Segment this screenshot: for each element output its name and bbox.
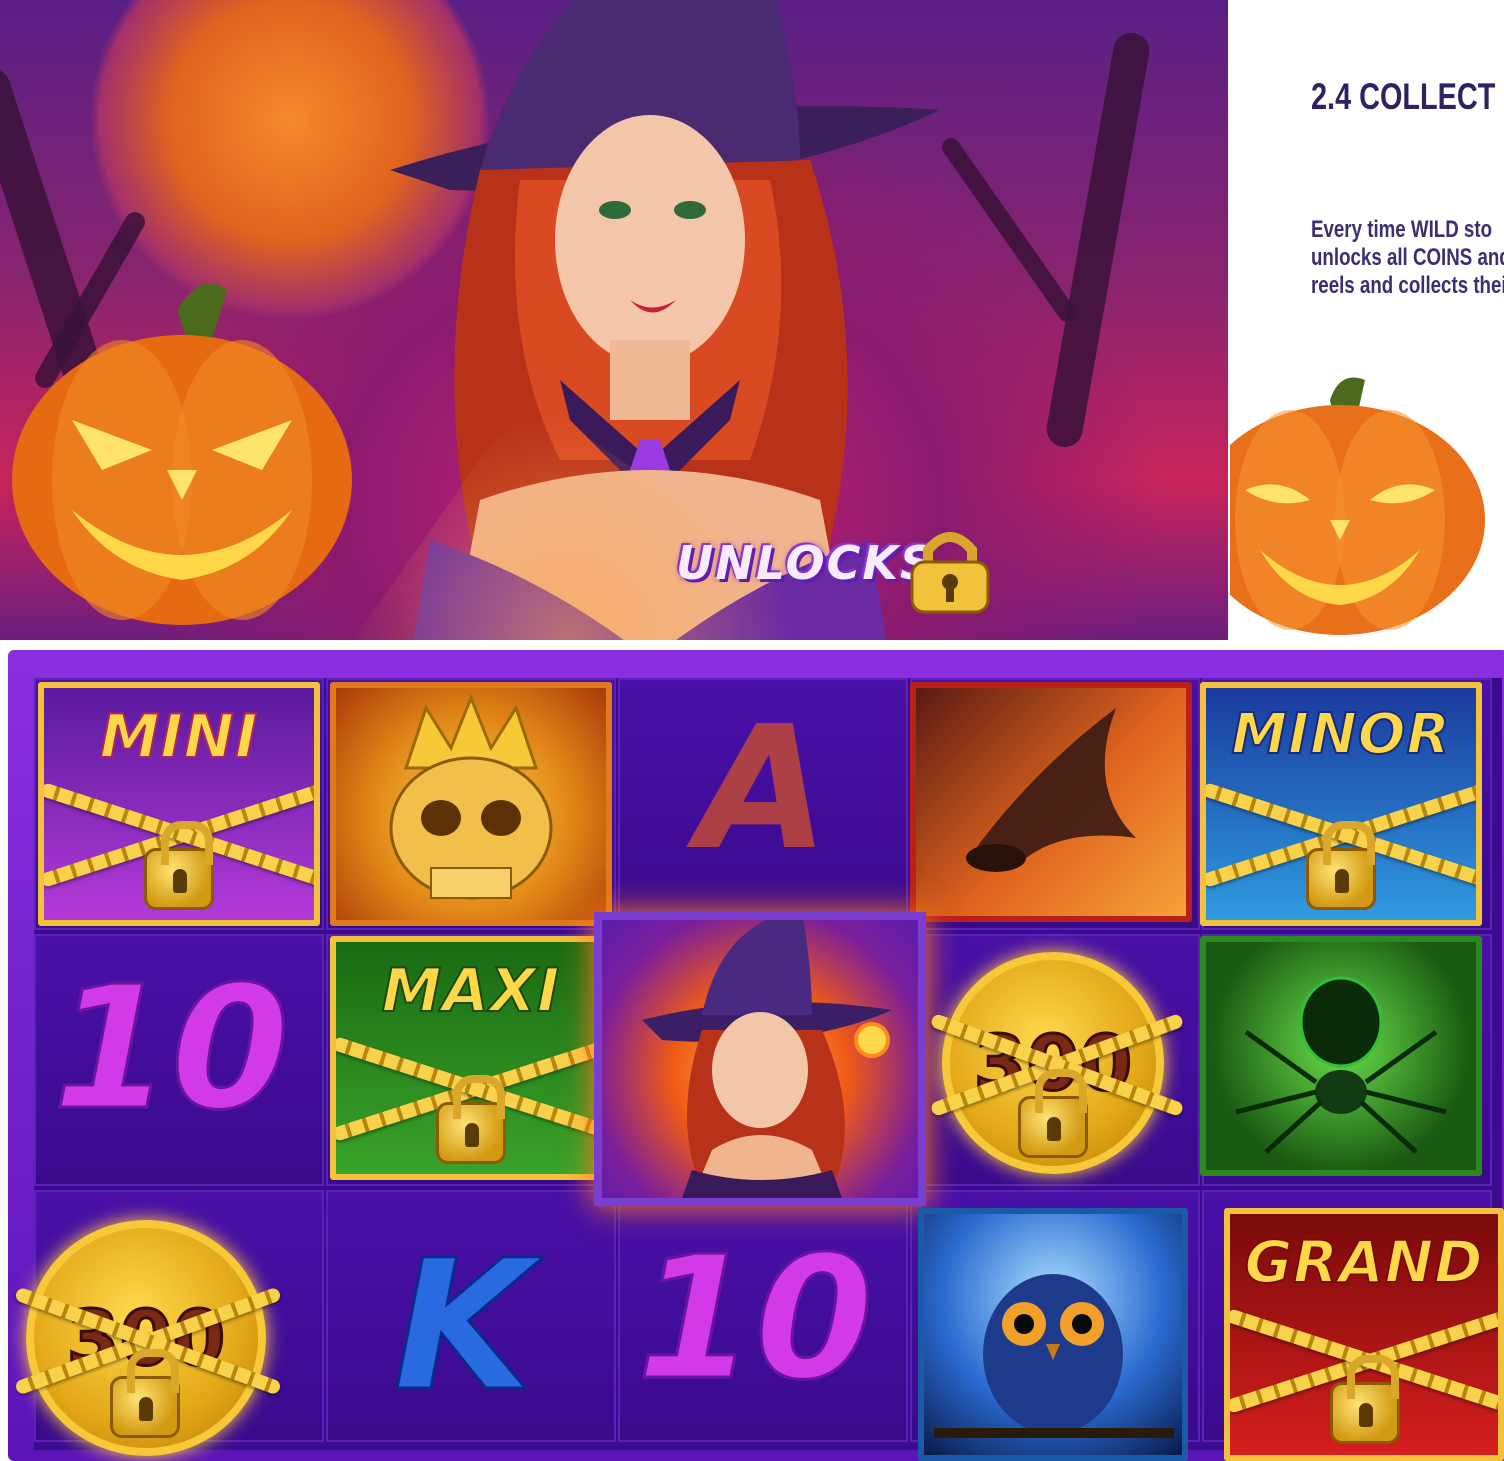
section-body: Every time WILD sto unlocks all COINS an… — [1311, 216, 1504, 300]
padlock-icon — [110, 1349, 180, 1438]
bat-symbol — [910, 682, 1192, 922]
mini-jackpot-symbol: MINI — [38, 682, 320, 926]
minor-jackpot-symbol: MINOR — [1200, 682, 1482, 926]
pumpkin-right — [1230, 377, 1485, 635]
grand-label: GRAND — [1244, 1227, 1484, 1297]
hero-artwork: UNLOCKS — [0, 0, 1228, 640]
padlock-icon — [910, 532, 990, 614]
card-symbol-ten: 10 — [51, 949, 291, 1150]
owl-symbol — [918, 1208, 1188, 1461]
padlock-icon — [1018, 1069, 1088, 1158]
body-line: reels and collects thei — [1311, 272, 1504, 299]
bat-icon — [966, 708, 1136, 872]
card-symbol-ten: 10 — [635, 1219, 875, 1420]
unlocks-banner: UNLOCKS — [676, 536, 936, 590]
crown-skull-icon — [389, 693, 553, 900]
spider-icon — [1235, 976, 1447, 1154]
minor-label: MINOR — [1230, 701, 1451, 768]
grand-jackpot-symbol: GRAND — [1224, 1208, 1504, 1461]
padlock-icon — [1330, 1355, 1400, 1444]
crown-skull-symbol — [330, 682, 612, 926]
padlock-icon — [1306, 821, 1376, 910]
dead-tree-right — [1043, 30, 1153, 450]
maxi-label: MAXI — [381, 955, 561, 1027]
body-line: unlocks all COINS and — [1311, 244, 1504, 271]
padlock-icon — [436, 1075, 506, 1164]
card-symbol-k: K — [392, 1221, 534, 1433]
padlock-icon — [144, 821, 214, 910]
maxi-jackpot-symbol: MAXI — [330, 936, 612, 1180]
pumpkin-left — [12, 283, 352, 625]
owl-icon — [934, 1274, 1174, 1438]
spider-symbol — [1200, 936, 1482, 1176]
dead-tree-right-branch — [938, 134, 1080, 326]
card-symbol-a: A — [697, 690, 829, 888]
body-line: Every time WILD sto — [1311, 216, 1493, 243]
witch-wild-icon — [642, 910, 892, 1198]
rules-panel: 2.4 COLLECT Every time WILD sto unlocks … — [1230, 0, 1504, 660]
mini-label: MINI — [99, 701, 259, 773]
wild-witch-symbol — [594, 910, 926, 1206]
section-heading: 2.4 COLLECT — [1311, 76, 1496, 117]
